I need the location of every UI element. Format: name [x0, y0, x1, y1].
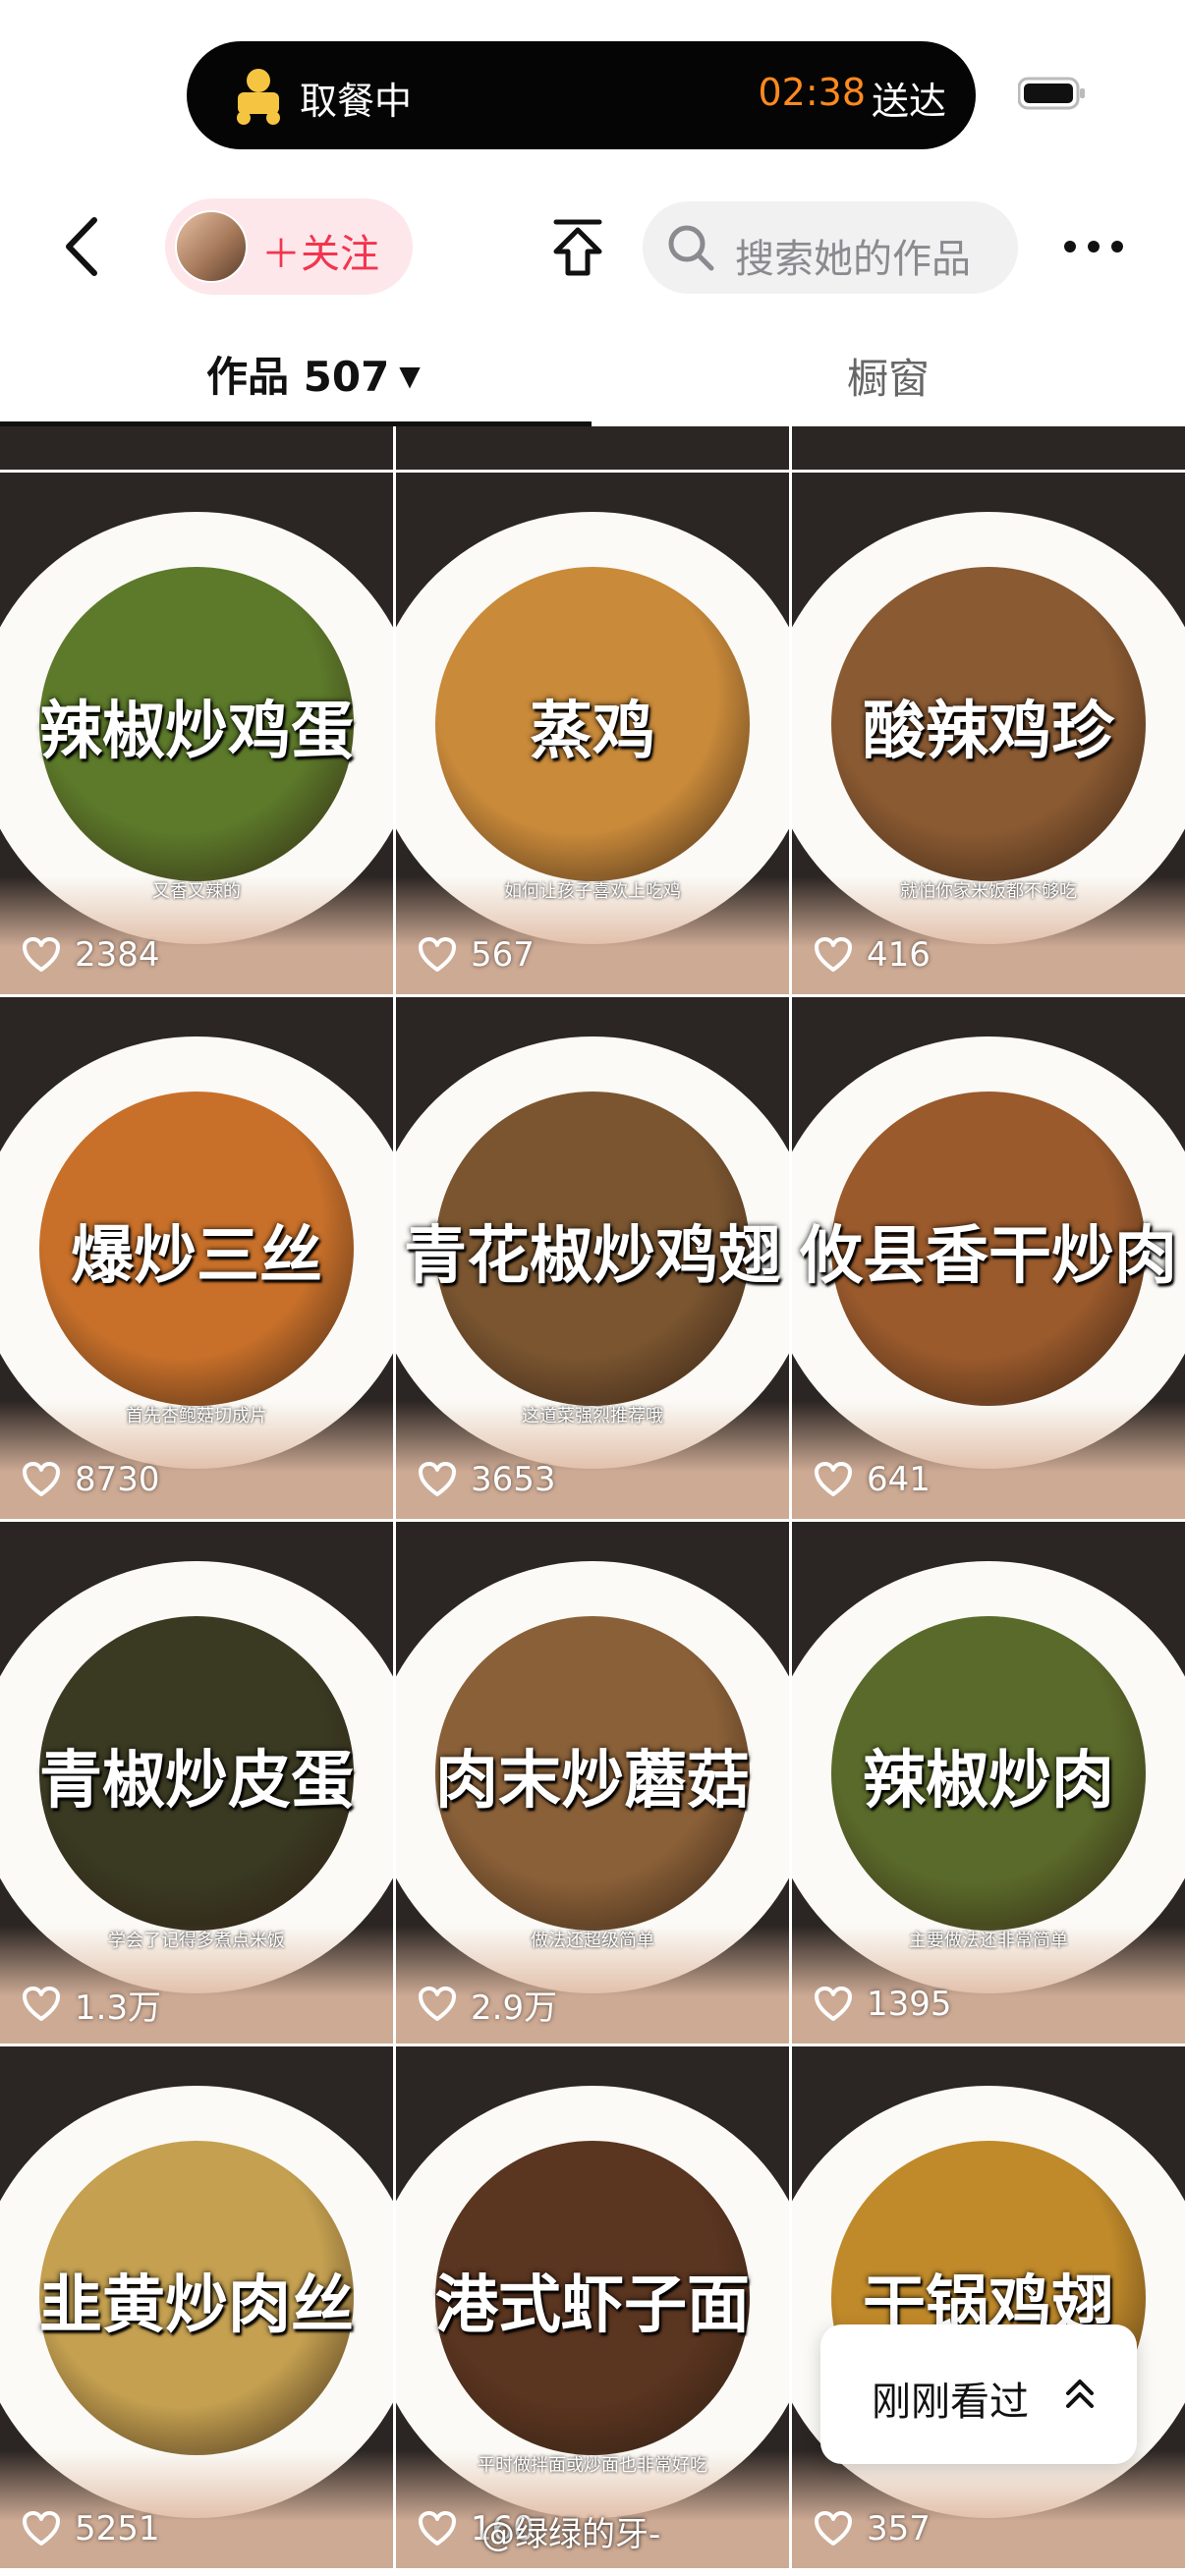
- delivery-time: 02:38: [758, 71, 866, 114]
- video-title: 辣椒炒肉: [863, 1744, 1114, 1818]
- recently-viewed-button[interactable]: 刚刚看过: [820, 2324, 1137, 2464]
- like-count-value: 357: [867, 2509, 931, 2548]
- avatar[interactable]: [175, 210, 248, 283]
- video-card-partial[interactable]: [396, 426, 789, 470]
- like-count-value: 2384: [75, 935, 160, 975]
- video-card[interactable]: 肉末炒蘑菇做法还超级简单 2.9万: [396, 1522, 789, 2044]
- like-count-value: 8730: [75, 1460, 160, 1499]
- caret-down-icon: ▼: [399, 360, 421, 392]
- like-count-value: 641: [867, 1460, 931, 1499]
- like-count: 3653: [418, 1457, 556, 1502]
- video-card-partial[interactable]: [792, 426, 1185, 470]
- video-subtitle: 学会了记得多煮点米饭: [108, 1931, 285, 1951]
- battery-icon: [1018, 77, 1085, 110]
- video-card[interactable]: 干锅鸡翅 357: [792, 2046, 1185, 2568]
- video-title: 韭黄炒肉丝: [39, 2268, 354, 2342]
- watermark: @绿绿的牙-: [481, 2515, 661, 2554]
- search-placeholder: 搜索她的作品: [735, 237, 971, 282]
- video-grid: 辣椒炒鸡蛋又香又辣的 2384 蒸鸡如何让孩子喜欢上吃鸡 567 酸辣鸡珍就怕你家米饭都…: [0, 426, 1185, 2576]
- video-card[interactable]: 青花椒炒鸡翅这道菜强烈推荐哦 3653: [396, 997, 789, 1519]
- video-card[interactable]: 韭黄炒肉丝 5251: [0, 2046, 393, 2568]
- like-count: 2384: [22, 932, 160, 978]
- video-subtitle: 这道菜强烈推荐哦: [522, 1406, 663, 1427]
- follow-button[interactable]: ＋关注: [165, 198, 413, 295]
- heart-icon: [23, 1462, 60, 1496]
- recently-viewed-label: 刚刚看过: [872, 2380, 1029, 2425]
- video-title: 攸县香干炒肉: [800, 1219, 1177, 1293]
- delivery-label: 送达: [871, 80, 946, 123]
- video-card[interactable]: 辣椒炒肉主要做法还非常简单 1395: [792, 1522, 1185, 2044]
- like-count-value: 1395: [867, 1985, 952, 2024]
- like-count: 5251: [22, 2506, 160, 2551]
- video-subtitle: 就怕你家米饭都不够吃: [900, 881, 1077, 902]
- video-card[interactable]: 青椒炒皮蛋学会了记得多煮点米饭 1.3万: [0, 1522, 393, 2044]
- like-count: 2.9万: [418, 1982, 558, 2028]
- back-icon[interactable]: [57, 212, 106, 281]
- follow-label: ＋关注: [261, 232, 379, 277]
- video-title: 青花椒炒鸡翅: [404, 1219, 781, 1293]
- like-count: 8730: [22, 1457, 160, 1502]
- video-subtitle: 主要做法还非常简单: [909, 1931, 1068, 1951]
- like-count-value: 5251: [75, 2509, 160, 2548]
- heart-icon: [419, 1462, 456, 1496]
- search-icon: [668, 225, 714, 271]
- video-title: 肉末炒蘑菇: [435, 1744, 750, 1818]
- video-title: 辣椒炒鸡蛋: [39, 695, 354, 768]
- video-card-partial[interactable]: [0, 426, 393, 470]
- tab-works-label: 作品 507: [206, 353, 390, 401]
- live-activity-pill[interactable]: 取餐中 02:38 送达: [187, 41, 976, 149]
- video-title: 蒸鸡: [530, 695, 655, 768]
- share-upload-icon[interactable]: [550, 218, 605, 277]
- heart-icon: [419, 2511, 456, 2546]
- delivery-rider-icon: [237, 69, 280, 125]
- tab-works[interactable]: 作品 507 ▼: [206, 344, 421, 404]
- video-card[interactable]: 港式虾子面 平时做拌面或炒面也非常好吃 160: [396, 2046, 789, 2568]
- tab-shop[interactable]: 橱窗: [847, 346, 930, 406]
- video-card[interactable]: 爆炒三丝首先杏鲍菇切成片 8730: [0, 997, 393, 1519]
- video-card[interactable]: 攸县香干炒肉 641: [792, 997, 1185, 1519]
- video-title: 青椒炒皮蛋: [39, 1744, 354, 1818]
- video-card[interactable]: 辣椒炒鸡蛋又香又辣的 2384: [0, 473, 393, 994]
- ellipsis-icon[interactable]: [1061, 232, 1126, 261]
- video-subtitle: 如何让孩子喜欢上吃鸡: [504, 881, 681, 902]
- delivery-status: 取餐中: [300, 80, 413, 123]
- video-title: 爆炒三丝: [71, 1219, 322, 1293]
- like-count: 416: [814, 932, 931, 978]
- like-count-value: 3653: [471, 1460, 556, 1499]
- video-title: 港式虾子面: [435, 2268, 750, 2342]
- heart-icon: [23, 1987, 60, 2021]
- search-input[interactable]: 搜索她的作品: [643, 201, 1018, 294]
- like-count-value: 567: [471, 935, 535, 975]
- like-count-value: 1.3万: [75, 1988, 162, 2028]
- video-subtitle: 首先杏鲍菇切成片: [126, 1406, 267, 1427]
- heart-icon: [815, 1987, 852, 2021]
- heart-icon: [419, 937, 456, 972]
- heart-icon: [23, 937, 60, 972]
- double-chevron-up-icon: [1066, 2380, 1094, 2408]
- like-count: 1.3万: [22, 1982, 162, 2028]
- video-subtitle: 又香又辣的: [152, 881, 241, 902]
- heart-icon: [23, 2511, 60, 2546]
- video-subtitle: 平时做拌面或炒面也非常好吃: [478, 2455, 707, 2476]
- video-card[interactable]: 酸辣鸡珍就怕你家米饭都不够吃 416: [792, 473, 1185, 994]
- like-count: 567: [418, 932, 535, 978]
- like-count: 1395: [814, 1982, 952, 2027]
- video-subtitle: 做法还超级简单: [531, 1931, 654, 1951]
- like-count-value: 416: [867, 935, 931, 975]
- video-title: 酸辣鸡珍: [863, 695, 1114, 768]
- heart-icon: [815, 937, 852, 972]
- like-count-value: 2.9万: [471, 1988, 558, 2028]
- heart-icon: [815, 1462, 852, 1496]
- like-count: 357: [814, 2506, 931, 2551]
- heart-icon: [815, 2511, 852, 2546]
- like-count: 641: [814, 1457, 931, 1502]
- video-card[interactable]: 蒸鸡如何让孩子喜欢上吃鸡 567: [396, 473, 789, 994]
- heart-icon: [419, 1987, 456, 2021]
